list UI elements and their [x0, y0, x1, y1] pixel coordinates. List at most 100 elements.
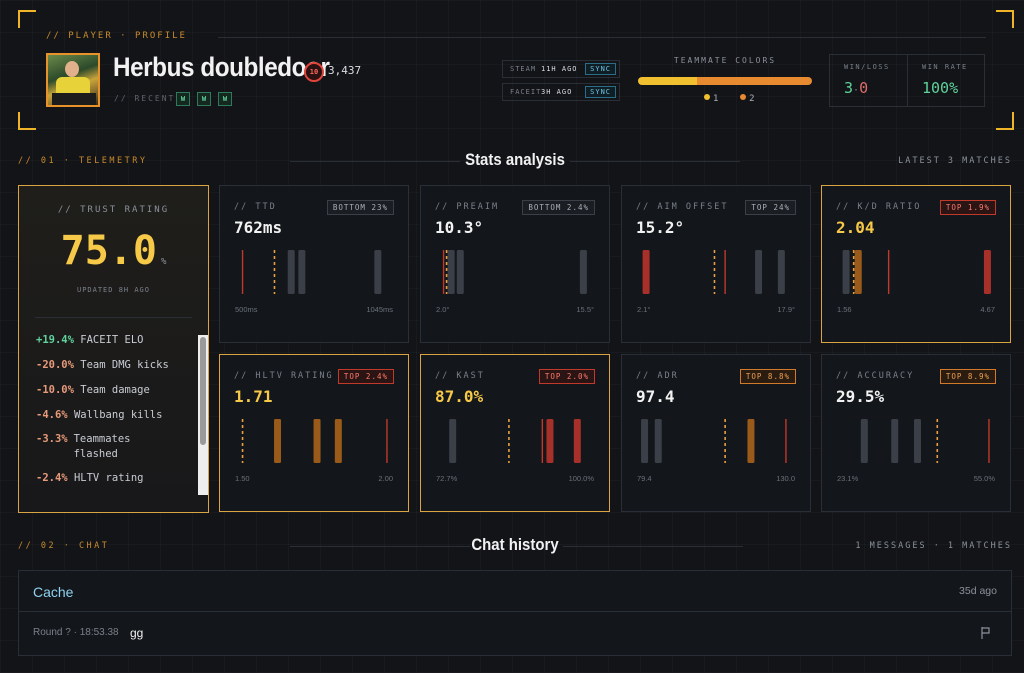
- elo-value: 3,437: [328, 64, 362, 77]
- trust-factor: -20.0% Team DMG kicks: [36, 359, 169, 371]
- trust-updated: UPDATED 8H AGO: [76, 286, 150, 294]
- win-rate-label: WIN RATE: [922, 63, 968, 71]
- steam-sync-button[interactable]: SYNC: [585, 63, 616, 75]
- legend-label: 1: [713, 94, 719, 104]
- stat-card-adr[interactable]: // ADR TOP 8.8% 97.4 79.4 130.0: [621, 354, 811, 512]
- percentile-badge: BOTTOM 23%: [326, 200, 394, 215]
- divider: [19, 611, 1011, 612]
- stat-card-aim-offset[interactable]: // AIM OFFSET TOP 24% 15.2° 2.1° 17.9°: [621, 185, 811, 343]
- stat-value: 10.3°: [435, 218, 484, 237]
- divider: [570, 161, 740, 162]
- chat-match-panel: Cache 35d ago Round ? · 18:53.38 gg: [18, 570, 1012, 656]
- range-min: 500ms: [235, 305, 258, 314]
- range-max: 15.5°: [576, 305, 594, 314]
- distribution-plot: [241, 419, 388, 463]
- win-loss-label: WIN/LOSS: [844, 63, 890, 71]
- chat-section-header: // 02 · CHAT Chat history 1 MESSAGES · 1…: [18, 535, 1012, 557]
- stat-value: 87.0%: [435, 387, 484, 406]
- range-min: 23.1%: [837, 474, 859, 483]
- stat-card-accuracy[interactable]: // ACCURACY TOP 8.9% 29.5% 23.1% 55.0%: [821, 354, 1011, 512]
- frame-corner: [996, 10, 1014, 28]
- stat-card-kd-ratio[interactable]: // K/D RATIO TOP 1.9% 2.04 1.56 4.67: [821, 185, 1011, 343]
- stat-label: // HLTV RATING: [234, 371, 334, 381]
- match-value-bar: [747, 419, 755, 463]
- flag-icon[interactable]: [981, 627, 991, 639]
- section-title: Chat history: [471, 535, 559, 554]
- match-value-bar: [313, 419, 321, 463]
- range-max: 2.00: [378, 474, 393, 483]
- faceit-sync-row: FACEIT 3H AGO SYNC: [502, 83, 620, 101]
- sync-ago: 3H AGO: [541, 88, 573, 96]
- player-name: Herbus doubledoor: [113, 52, 330, 82]
- match-value-bar: [579, 250, 587, 294]
- frame-corner: [18, 10, 36, 28]
- sync-ago: 11H AGO: [541, 65, 578, 73]
- distribution-plot: [641, 419, 787, 463]
- stat-label: // ADR: [636, 371, 679, 381]
- teammate-colors-legend: 1 2: [704, 94, 755, 104]
- match-value-bar: [842, 250, 850, 294]
- match-value-bar: [456, 250, 464, 294]
- trust-factor: +19.4% FACEIT ELO: [36, 334, 144, 346]
- range-min: 72.7%: [436, 474, 458, 483]
- match-value-bar: [914, 419, 922, 463]
- recent-label: // RECENT: [114, 94, 176, 103]
- sync-source: STEAM: [510, 65, 537, 73]
- avatar[interactable]: [46, 53, 100, 107]
- win-rate-cell: WIN RATE 100%: [907, 55, 984, 106]
- distribution-plot: [442, 250, 587, 294]
- stat-card-hltv-rating[interactable]: // HLTV RATING TOP 2.4% 1.71 1.50 2.00: [219, 354, 409, 512]
- scrollbar-thumb[interactable]: [200, 337, 206, 445]
- stat-label: // TTD: [234, 202, 277, 212]
- trust-factor: -3.3% Teammates flashed: [36, 433, 131, 460]
- factor-list-scrollbar[interactable]: [198, 335, 208, 495]
- match-value-bar: [854, 250, 862, 294]
- divider: [35, 317, 192, 318]
- win-loss-cell: WIN/LOSS 3·0: [830, 55, 907, 106]
- percentile-badge: TOP 8.9%: [939, 369, 996, 384]
- match-value-bar: [449, 419, 457, 463]
- match-value-bar: [298, 250, 306, 294]
- frame-corner: [996, 112, 1014, 130]
- range-max: 4.67: [980, 305, 995, 314]
- steam-sync-row: STEAM 11H AGO SYNC: [502, 60, 620, 78]
- chat-message-meta: Round ? · 18:53.38: [33, 627, 119, 638]
- range-max: 130.0: [776, 474, 795, 483]
- stat-value: 2.04: [836, 218, 875, 237]
- match-value-bar: [642, 250, 650, 294]
- trust-rating-panel: // TRUST RATING 75.0% UPDATED 8H AGO +19…: [18, 185, 209, 513]
- percentile-badge: TOP 24%: [745, 200, 796, 215]
- legend-dot: [704, 94, 710, 100]
- percentile-badge: TOP 1.9%: [939, 200, 996, 215]
- stat-value: 29.5%: [836, 387, 885, 406]
- match-value-bar: [374, 250, 382, 294]
- stat-card-ttd[interactable]: // TTD BOTTOM 23% 762ms 500ms 1045ms: [219, 185, 409, 343]
- range-min: 2.1°: [637, 305, 651, 314]
- faceit-level-icon: 10: [304, 62, 324, 82]
- stat-value: 1.71: [234, 387, 273, 406]
- chat-map-name[interactable]: Cache: [33, 584, 73, 600]
- divider: [563, 546, 743, 547]
- match-value-bar: [654, 419, 662, 463]
- section-label: // PLAYER · PROFILE: [46, 31, 187, 41]
- match-value-bar: [777, 250, 785, 294]
- trust-factor: -10.0% Team damage: [36, 384, 150, 396]
- recent-result-badge: W: [176, 92, 190, 106]
- match-value-bar: [334, 419, 342, 463]
- trust-factor: -4.6% Wallbang kills: [36, 409, 163, 421]
- range-min: 1.56: [837, 305, 852, 314]
- percentile-badge: TOP 2.4%: [337, 369, 394, 384]
- legend-dot: [740, 94, 747, 100]
- win-rate-value: 100%: [922, 79, 959, 97]
- win-loss-value: 3·0: [844, 79, 869, 97]
- match-value-bar: [573, 419, 581, 463]
- stat-card-preaim[interactable]: // PREAIM BOTTOM 2.4% 10.3° 2.0° 15.5°: [420, 185, 610, 343]
- stat-label: // AIM OFFSET: [636, 202, 729, 212]
- section-title: Stats analysis: [465, 150, 565, 169]
- stat-card-kast[interactable]: // KAST TOP 2.0% 87.0% 72.7% 100.0%: [420, 354, 610, 512]
- sync-source: FACEIT: [510, 88, 542, 96]
- match-value-bar: [447, 250, 455, 294]
- chat-message-text: gg: [130, 626, 144, 640]
- faceit-sync-button[interactable]: SYNC: [585, 86, 616, 98]
- section-meta: LATEST 3 MATCHES: [898, 156, 1012, 166]
